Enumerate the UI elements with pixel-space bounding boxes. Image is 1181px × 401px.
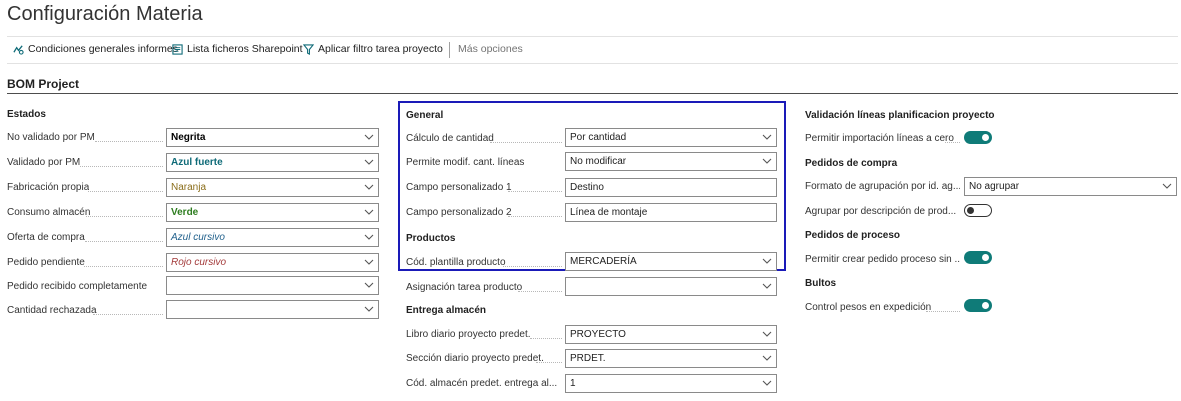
report-settings-icon bbox=[13, 44, 24, 55]
action-separator bbox=[449, 42, 450, 58]
importacion-lineas-toggle[interactable] bbox=[964, 131, 992, 144]
asignacion-tarea-select[interactable] bbox=[565, 277, 777, 296]
chevron-down-icon bbox=[364, 134, 374, 140]
field-label: Oferta de compra bbox=[7, 232, 85, 243]
chevron-down-icon bbox=[364, 306, 374, 312]
cod-almacen-select[interactable]: 1 bbox=[565, 374, 777, 393]
chevron-down-icon bbox=[364, 259, 374, 265]
list-files-icon bbox=[172, 43, 183, 55]
pedidos-compra-header: Pedidos de compra bbox=[805, 158, 898, 169]
estado-cantidad-rechazada-select[interactable] bbox=[166, 300, 379, 319]
estado-pedido-pendiente-select[interactable]: Rojo cursivo bbox=[166, 253, 379, 272]
lista-sharepoint-button[interactable]: Lista ficheros Sharepoint bbox=[172, 43, 303, 55]
field-label: Cálculo de cantidad bbox=[406, 133, 494, 144]
estado-pedido-recibido-select[interactable] bbox=[166, 276, 379, 295]
libro-diario-select[interactable]: PROYECTO bbox=[565, 325, 777, 344]
control-pesos-toggle[interactable] bbox=[964, 299, 992, 312]
estado-no-validado-select[interactable]: Negrita bbox=[166, 128, 379, 147]
field-label: Cód. plantilla producto bbox=[406, 257, 506, 268]
action-bar: Condiciones generales informes Lista fic… bbox=[7, 36, 1178, 64]
entrega-header: Entrega almacén bbox=[406, 305, 487, 316]
field-label: Fabricación propia bbox=[7, 182, 90, 193]
permite-modif-select[interactable]: No modificar bbox=[565, 152, 777, 171]
chevron-down-icon bbox=[762, 158, 772, 164]
field-label: Cód. almacén predet. entrega al... bbox=[406, 378, 558, 389]
field-label: Campo personalizado 2 bbox=[406, 207, 512, 218]
chevron-down-icon bbox=[364, 282, 374, 288]
chevron-down-icon bbox=[762, 283, 772, 289]
section-title: BOM Project bbox=[7, 77, 80, 91]
mas-label: Más opciones bbox=[458, 43, 523, 55]
plantilla-producto-select[interactable]: MERCADERÍA bbox=[565, 252, 777, 271]
condiciones-button[interactable]: Condiciones generales informes bbox=[13, 43, 178, 55]
estados-header: Estados bbox=[7, 109, 46, 120]
field-label: Libro diario proyecto predet. bbox=[406, 329, 531, 340]
page-title: Configuración Materia bbox=[7, 3, 203, 25]
formato-agrupacion-select[interactable]: No agrupar bbox=[964, 177, 1177, 196]
aplicar-filtro-button[interactable]: Aplicar filtro tarea proyecto bbox=[303, 43, 443, 55]
chevron-down-icon bbox=[762, 331, 772, 337]
field-label: Formato de agrupación por id. ag... bbox=[805, 181, 960, 192]
validacion-header: Validación líneas planificacion proyecto bbox=[805, 110, 995, 121]
field-label: Permitir crear pedido proceso sin ... bbox=[805, 254, 960, 265]
estado-oferta-select[interactable]: Azul cursivo bbox=[166, 228, 379, 247]
filter-icon bbox=[303, 43, 314, 55]
lista-label: Lista ficheros Sharepoint bbox=[187, 43, 303, 55]
bultos-header: Bultos bbox=[805, 278, 837, 289]
chevron-down-icon bbox=[762, 258, 772, 264]
chevron-down-icon bbox=[364, 159, 374, 165]
campo-personalizado-1-input[interactable]: Destino bbox=[565, 178, 777, 197]
estado-validado-select[interactable]: Azul fuerte bbox=[166, 153, 379, 172]
field-label: Validado por PM bbox=[7, 157, 81, 168]
field-label: Campo personalizado 1 bbox=[406, 182, 512, 193]
section-divider bbox=[7, 93, 1178, 94]
campo-personalizado-2-input[interactable]: Línea de montaje bbox=[565, 203, 777, 222]
estado-consumo-select[interactable]: Verde bbox=[166, 203, 379, 222]
field-label: Consumo almacén bbox=[7, 207, 91, 218]
field-label: Permitir importación líneas a cero bbox=[805, 133, 954, 144]
filtro-label: Aplicar filtro tarea proyecto bbox=[318, 43, 443, 55]
field-label: Pedido pendiente bbox=[7, 257, 85, 268]
calculo-cantidad-select[interactable]: Por cantidad bbox=[565, 128, 777, 147]
general-header: General bbox=[406, 110, 444, 121]
pedidos-proceso-header: Pedidos de proceso bbox=[805, 230, 901, 241]
chevron-down-icon bbox=[762, 380, 772, 386]
field-label: No validado por PM bbox=[7, 132, 95, 143]
chevron-down-icon bbox=[364, 209, 374, 215]
chevron-down-icon bbox=[364, 184, 374, 190]
field-label: Control pesos en expedición bbox=[805, 302, 932, 313]
seccion-diario-select[interactable]: PRDET. bbox=[565, 349, 777, 368]
field-label: Agrupar por descripción de prod... bbox=[805, 206, 957, 217]
field-label: Sección diario proyecto predet. bbox=[406, 353, 544, 364]
chevron-down-icon bbox=[762, 355, 772, 361]
chevron-down-icon bbox=[762, 134, 772, 140]
field-label: Cantidad rechazada bbox=[7, 305, 97, 316]
field-label: Asignación tarea producto bbox=[406, 282, 523, 293]
productos-header: Productos bbox=[406, 233, 456, 244]
condiciones-label: Condiciones generales informes bbox=[28, 43, 178, 55]
field-label: Permite modif. cant. líneas bbox=[406, 157, 525, 168]
agrupar-descripcion-toggle[interactable] bbox=[964, 204, 992, 217]
field-label: Pedido recibido completamente bbox=[7, 281, 148, 292]
chevron-down-icon bbox=[1162, 183, 1172, 189]
crear-pedido-proceso-toggle[interactable] bbox=[964, 251, 992, 264]
estado-fabricacion-select[interactable]: Naranja bbox=[166, 178, 379, 197]
chevron-down-icon bbox=[364, 234, 374, 240]
mas-opciones-button[interactable]: Más opciones bbox=[458, 43, 523, 55]
